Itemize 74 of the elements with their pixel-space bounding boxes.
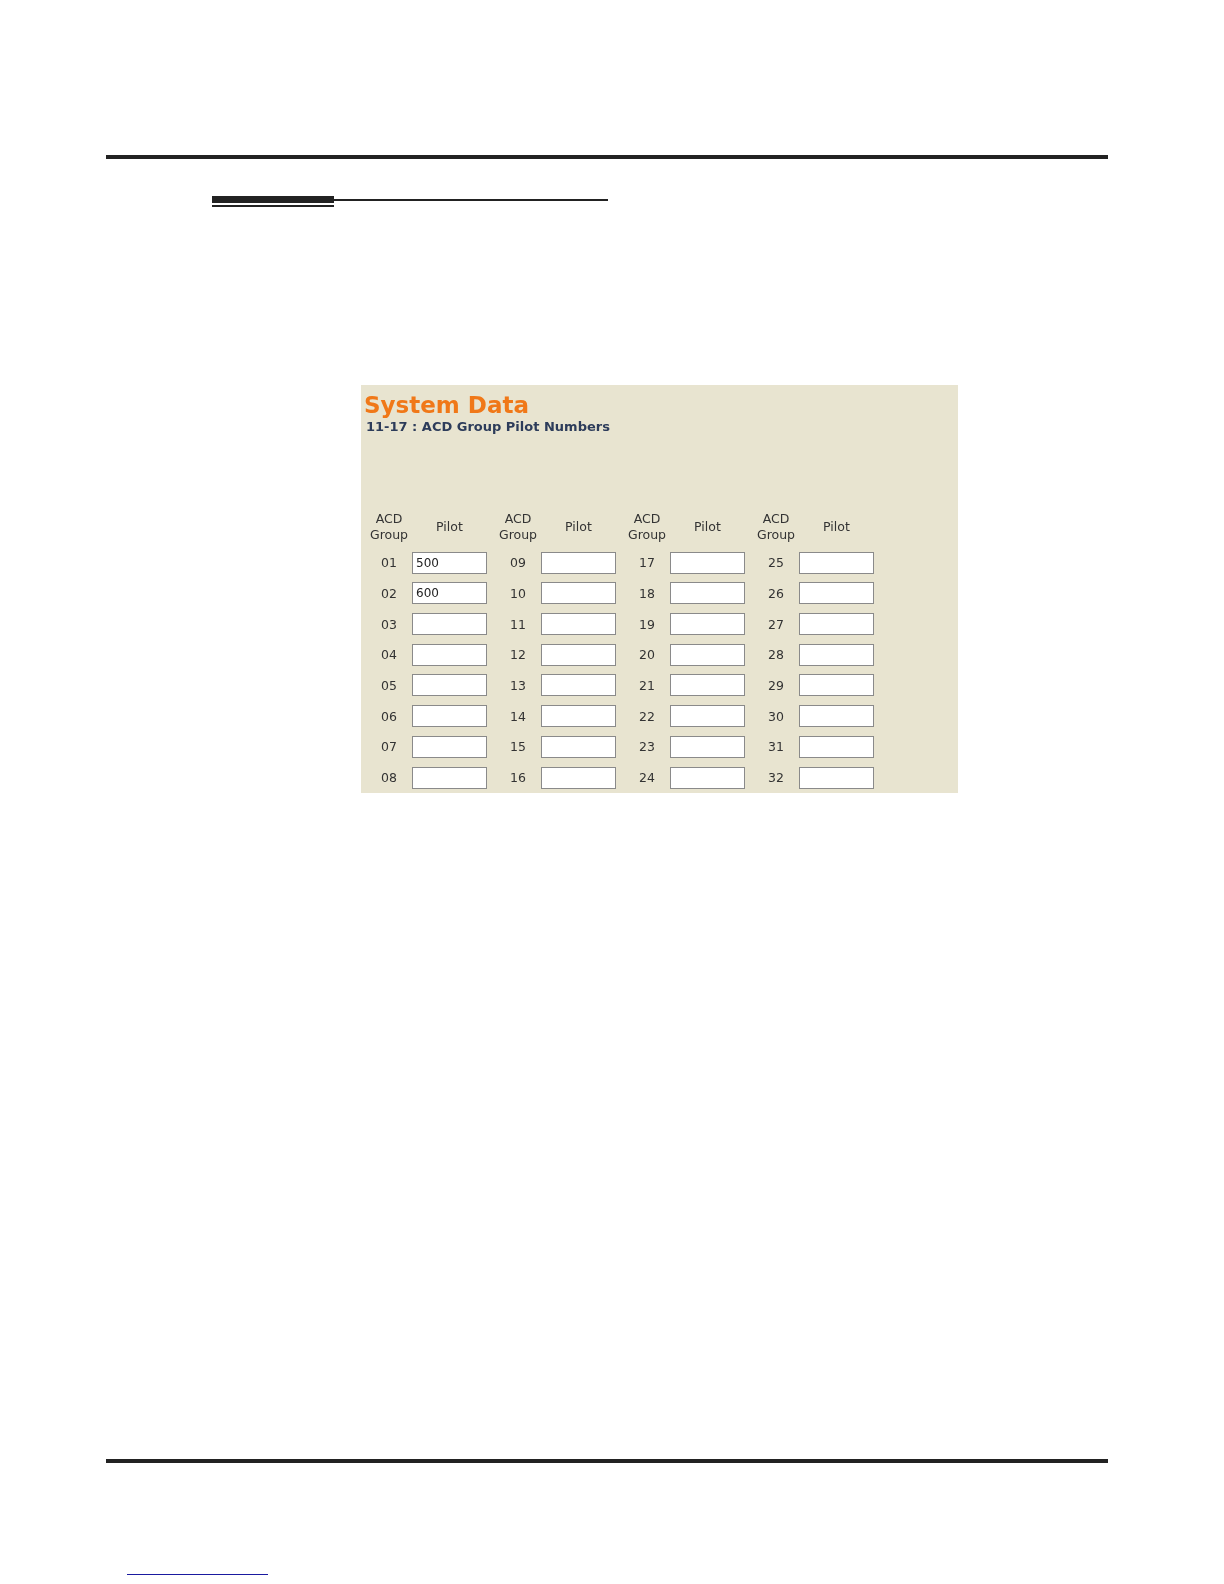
pilot-input-field[interactable]: 600 <box>412 582 487 605</box>
pilot-input-field[interactable] <box>412 735 487 758</box>
group-number: 13 <box>509 677 527 693</box>
panel-title: System Data <box>364 391 530 419</box>
pilot-input-field[interactable] <box>670 705 745 728</box>
group-number: 05 <box>380 677 398 693</box>
pilot-input-field[interactable] <box>799 674 874 697</box>
column-header: ACD Group <box>368 511 410 543</box>
pilot-input-field[interactable] <box>412 705 487 728</box>
column-header: Pilot <box>435 519 464 536</box>
pilot-input-field[interactable] <box>541 551 616 574</box>
pilot-input-field[interactable] <box>541 735 616 758</box>
group-number: 19 <box>638 616 656 632</box>
group-number: 22 <box>638 708 656 724</box>
pilot-input-field[interactable] <box>670 735 745 758</box>
group-number: 11 <box>509 616 527 632</box>
group-number: 28 <box>767 647 785 663</box>
pilot-input-field[interactable] <box>799 735 874 758</box>
pilot-input-field[interactable] <box>541 705 616 728</box>
pilot-input-field[interactable] <box>799 766 874 789</box>
group-number: 18 <box>638 585 656 601</box>
pilot-input-field[interactable] <box>799 551 874 574</box>
pilot-input-field[interactable]: 500 <box>412 551 487 574</box>
group-number: 07 <box>380 739 398 755</box>
group-number: 27 <box>767 616 785 632</box>
pilot-input-field[interactable] <box>670 613 745 636</box>
group-number: 15 <box>509 739 527 755</box>
group-number: 04 <box>380 647 398 663</box>
pilot-input-field[interactable] <box>799 705 874 728</box>
pilot-input-field[interactable] <box>412 674 487 697</box>
pilot-input-field[interactable] <box>412 766 487 789</box>
pilot-input-field[interactable] <box>799 613 874 636</box>
pilot-input-field[interactable] <box>541 766 616 789</box>
group-number: 08 <box>380 770 398 785</box>
pilot-input-field[interactable] <box>799 643 874 666</box>
group-number: 17 <box>638 555 656 571</box>
pilot-input-field[interactable] <box>670 582 745 605</box>
pilot-input-field[interactable] <box>670 643 745 666</box>
group-number: 29 <box>767 677 785 693</box>
group-number: 14 <box>509 708 527 724</box>
column-header: ACD Group <box>497 511 539 543</box>
column-header: Pilot <box>693 519 722 536</box>
group-number: 31 <box>767 739 785 755</box>
group-number: 23 <box>638 739 656 755</box>
group-number: 06 <box>380 708 398 724</box>
group-number: 32 <box>767 770 785 785</box>
group-number: 24 <box>638 770 656 785</box>
group-number: 12 <box>509 647 527 663</box>
group-number: 26 <box>767 585 785 601</box>
column-header: ACD Group <box>755 511 797 543</box>
panel-subtitle: 11-17 : ACD Group Pilot Numbers <box>366 419 611 435</box>
column-header: ACD Group <box>626 511 668 543</box>
column-header: Pilot <box>564 519 593 536</box>
pilot-input-field[interactable] <box>670 674 745 697</box>
pilot-input-field[interactable] <box>412 643 487 666</box>
pilot-input-field[interactable] <box>541 582 616 605</box>
pilot-input-field[interactable] <box>412 613 487 636</box>
group-number: 16 <box>509 770 527 785</box>
group-number: 02 <box>380 585 398 601</box>
group-number: 30 <box>767 708 785 724</box>
group-number: 01 <box>380 555 398 571</box>
pilot-input-field[interactable] <box>799 582 874 605</box>
group-number: 10 <box>509 585 527 601</box>
pilot-input-field[interactable] <box>670 766 745 789</box>
pilot-input-field[interactable] <box>670 551 745 574</box>
pilot-input-field[interactable] <box>541 643 616 666</box>
group-number: 25 <box>767 555 785 571</box>
group-number: 20 <box>638 647 656 663</box>
group-number: 03 <box>380 616 398 632</box>
group-number: 21 <box>638 677 656 693</box>
pilot-input-field[interactable] <box>541 674 616 697</box>
group-number: 09 <box>509 555 527 571</box>
pilot-input-field[interactable] <box>541 613 616 636</box>
column-header: Pilot <box>822 519 851 536</box>
